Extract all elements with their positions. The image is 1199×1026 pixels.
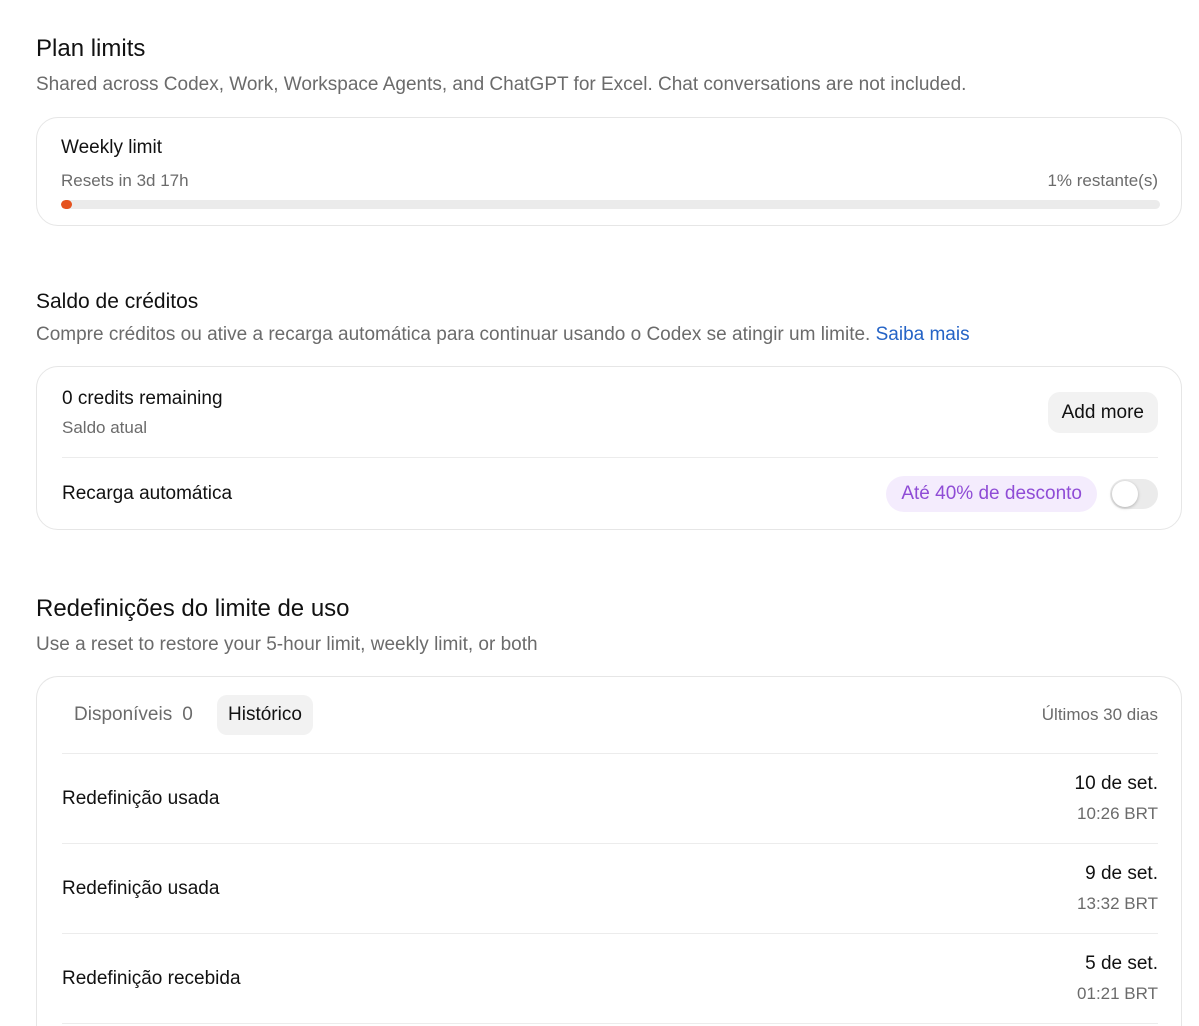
credits-divider: [62, 457, 1158, 458]
credits-balance-label: Saldo atual: [62, 418, 148, 437]
history-row: Redefinição recebida 5 de set. 01:21 BRT: [62, 933, 1158, 1023]
credits-description: Compre créditos ou ative a recarga autom…: [36, 323, 970, 348]
row-divider: [62, 1023, 1158, 1024]
resets-card: Disponíveis 0 Histórico Últimos 30 dias R…: [36, 676, 1182, 1026]
history-row-date: 5 de set.: [1085, 953, 1158, 974]
history-period: Últimos 30 dias: [1041, 705, 1158, 724]
usage-settings-page: Plan limits Shared across Codex, Work, W…: [0, 0, 1199, 1026]
auto-recharge-toggle[interactable]: [1110, 479, 1158, 509]
resets-title: Redefinições do limite de uso: [36, 595, 350, 622]
history-row-date: 10 de set.: [1074, 773, 1158, 794]
discount-badge: Até 40% de desconto: [886, 476, 1097, 512]
tab-available-count: 0: [182, 704, 193, 725]
plan-limits-description: Shared across Codex, Work, Workspace Age…: [36, 74, 967, 95]
credits-title: Saldo de créditos: [36, 290, 199, 313]
history-row-time: 10:26 BRT: [1077, 804, 1158, 823]
tab-history[interactable]: Histórico: [217, 695, 313, 735]
tab-available[interactable]: Disponíveis 0: [61, 695, 206, 735]
history-row-label: Redefinição usada: [62, 878, 220, 899]
credits-card: 0 credits remaining Saldo atual Add more…: [36, 366, 1182, 530]
history-row-date: 9 de set.: [1085, 863, 1158, 884]
history-row-label: Redefinição usada: [62, 788, 220, 809]
row-divider: [62, 843, 1158, 844]
weekly-limit-progress-fill: [61, 200, 72, 209]
credits-remaining: 0 credits remaining: [62, 388, 223, 409]
history-row-label: Redefinição recebida: [62, 968, 241, 989]
weekly-limit-title: Weekly limit: [61, 137, 162, 158]
add-more-button[interactable]: Add more: [1047, 392, 1158, 433]
credits-description-text: Compre créditos ou ative a recarga autom…: [36, 324, 871, 345]
resets-description: Use a reset to restore your 5-hour limit…: [36, 634, 538, 655]
auto-recharge-label: Recarga automática: [62, 483, 233, 504]
weekly-limit-progress-bar: [61, 200, 1160, 209]
learn-more-link[interactable]: Saiba mais: [876, 324, 970, 345]
tab-available-label: Disponíveis: [74, 704, 173, 725]
history-row-time: 13:32 BRT: [1077, 894, 1158, 913]
weekly-limit-reset-time: Resets in 3d 17h: [61, 171, 189, 190]
row-divider: [62, 753, 1158, 754]
row-divider: [62, 933, 1158, 934]
history-row-time: 01:21 BRT: [1077, 984, 1158, 1003]
history-row: Redefinição usada 10 de set. 10:26 BRT: [62, 753, 1158, 843]
plan-limits-title: Plan limits: [36, 35, 146, 62]
weekly-limit-card: Weekly limit Resets in 3d 17h 1% restant…: [36, 117, 1182, 226]
weekly-limit-remaining: 1% restante(s): [1047, 171, 1158, 190]
history-row: Redefinição usada 9 de set. 13:32 BRT: [62, 843, 1158, 933]
toggle-knob: [1112, 481, 1138, 507]
